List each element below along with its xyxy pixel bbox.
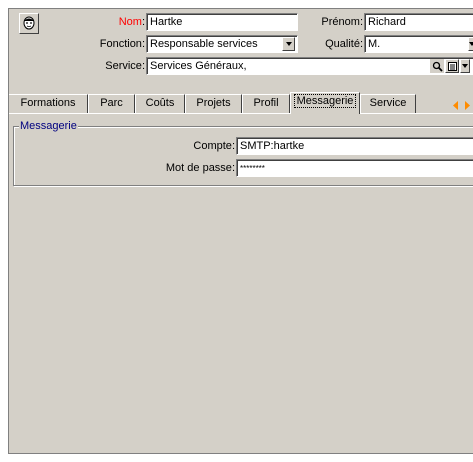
fonction-dropdown-button[interactable] <box>282 37 295 51</box>
service-field[interactable]: Services Généraux, <box>146 57 473 75</box>
service-label: Service: <box>105 60 145 72</box>
tab-formations[interactable]: Formations <box>9 94 88 113</box>
messagerie-groupbox <box>13 126 473 186</box>
service-value: Services Généraux, <box>150 60 247 72</box>
compte-label: Compte: <box>193 140 235 152</box>
tab-strip: Formations Parc Coûts Projets Profil Mes… <box>9 92 473 114</box>
messagerie-group-title: Messagerie <box>19 120 78 132</box>
tab-parc[interactable]: Parc <box>88 94 135 113</box>
tab-couts[interactable]: Coûts <box>135 94 185 113</box>
search-icon[interactable] <box>430 59 444 73</box>
qualite-dropdown-button[interactable] <box>468 37 473 51</box>
tab-profil[interactable]: Profil <box>242 94 290 113</box>
tab-scroll-left-icon[interactable] <box>450 99 460 112</box>
compte-field[interactable]: SMTP:hartke <box>236 137 473 155</box>
tab-service[interactable]: Service <box>360 94 416 113</box>
service-dropdown-button[interactable] <box>460 59 470 73</box>
tab-projets[interactable]: Projets <box>185 94 242 113</box>
tab-divider <box>9 113 473 114</box>
password-label: Mot de passe: <box>165 162 235 174</box>
nom-field[interactable]: Hartke <box>146 13 298 31</box>
prenom-label: Prénom: <box>321 16 363 28</box>
password-field[interactable]: ******** <box>236 159 473 177</box>
qualite-value: M. <box>368 38 381 50</box>
prenom-field[interactable]: Richard <box>364 13 473 31</box>
employee-window: Nom: Hartke Prénom: Richard Fonction: Re… <box>8 8 473 454</box>
fonction-label: Fonction: <box>99 38 145 50</box>
user-portrait-icon[interactable] <box>19 13 39 34</box>
qualite-select[interactable]: M. <box>364 35 473 53</box>
detail-icon[interactable] <box>445 59 459 73</box>
tab-messagerie[interactable]: Messagerie <box>290 92 360 114</box>
tab-scroll-right-icon[interactable] <box>462 99 472 112</box>
nom-label: Nom: <box>118 16 145 28</box>
fonction-select[interactable]: Responsable services <box>146 35 298 53</box>
dropdown-arrow-icon <box>469 42 473 46</box>
fonction-value: Responsable services <box>150 38 258 50</box>
qualite-label: Qualité: <box>325 38 363 50</box>
dropdown-arrow-icon <box>285 42 292 46</box>
dropdown-arrow-icon <box>462 64 468 68</box>
